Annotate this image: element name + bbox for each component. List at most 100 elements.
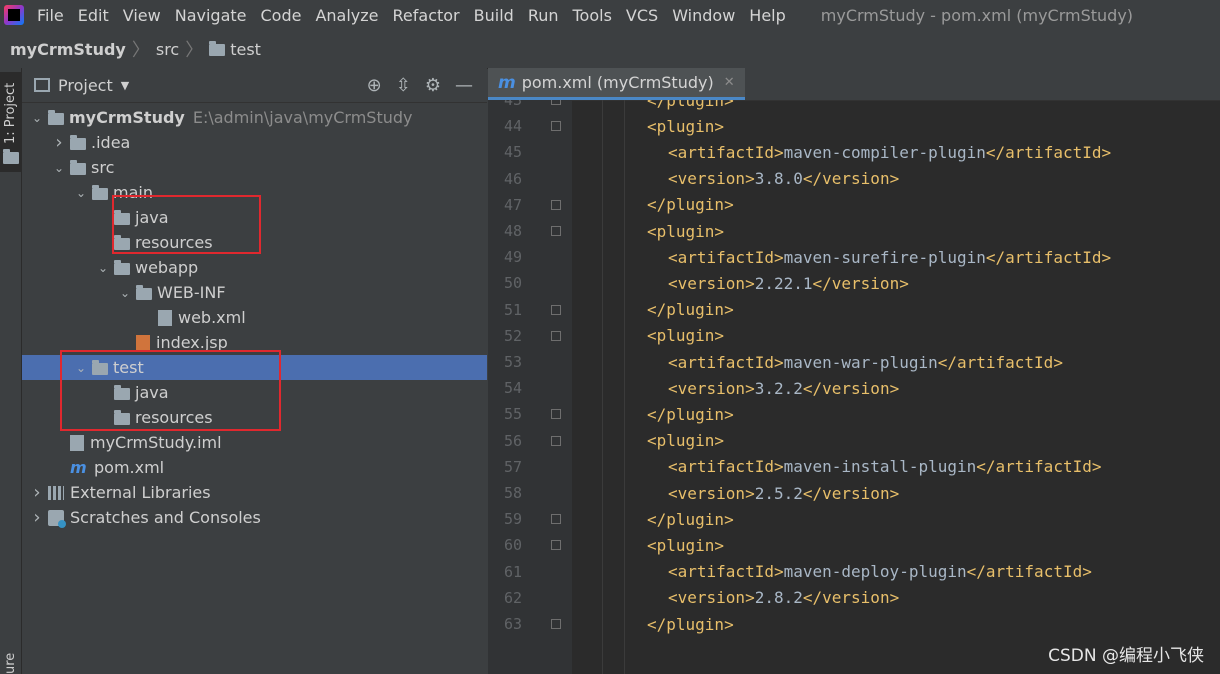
folder-icon: [70, 134, 86, 150]
structure-tool-label[interactable]: ure: [3, 653, 18, 674]
menu-analyze[interactable]: Analyze: [308, 6, 385, 25]
menu-window[interactable]: Window: [665, 6, 742, 25]
xml-tag: <version>: [668, 483, 755, 503]
fold-marker-icon[interactable]: [551, 226, 561, 236]
code-text: <artifactId>maven-deploy-plugin</artifac…: [668, 562, 1092, 581]
breadcrumb: myCrmStudy 〉 src 〉 test: [0, 30, 1220, 88]
line-number: 52: [503, 326, 522, 345]
fold-marker-icon[interactable]: [551, 435, 561, 446]
xml-tag: <version>: [668, 169, 755, 189]
tree-item[interactable]: myCrmStudy.iml: [22, 430, 487, 455]
chevron-down-icon[interactable]: ⌄: [96, 261, 110, 275]
menu-file[interactable]: File: [30, 6, 71, 25]
tree-item[interactable]: m pom.xml: [22, 455, 487, 480]
fold-marker-icon[interactable]: [551, 514, 561, 525]
xml-tag: </plugin>: [647, 614, 734, 634]
tree-item[interactable]: › .idea: [22, 130, 487, 155]
fold-marker-icon[interactable]: [551, 330, 561, 341]
xml-value: 3.8.0: [754, 169, 803, 189]
close-icon[interactable]: ✕: [724, 75, 735, 90]
tree-item[interactable]: › External Libraries: [22, 480, 487, 505]
code-line: 47 </plugin>: [488, 192, 1220, 218]
menu-refactor[interactable]: Refactor: [386, 6, 467, 25]
chevron-down-icon[interactable]: ⌄: [118, 286, 132, 300]
line-number: 59: [503, 510, 522, 529]
highlight-box-main: [112, 195, 261, 254]
chevron-down-icon[interactable]: ⌄: [52, 161, 66, 175]
folder-icon: [209, 41, 226, 56]
xml-file-icon: [158, 309, 172, 326]
breadcrumb-src[interactable]: src: [156, 40, 179, 59]
code-line: 51 </plugin>: [488, 297, 1220, 323]
chevron-right-icon[interactable]: ›: [30, 482, 44, 503]
menu-help[interactable]: Help: [742, 6, 792, 25]
breadcrumb-test-label: test: [230, 39, 261, 59]
breadcrumb-test[interactable]: test: [209, 40, 261, 59]
breadcrumb-separator: 〉: [131, 40, 150, 61]
menu-bar: File Edit View Navigate Code Analyze Ref…: [0, 0, 1220, 30]
xml-tag: </artifactId>: [937, 352, 1063, 372]
tree-item-label: External Libraries: [70, 483, 211, 502]
code-line: 63 </plugin>: [488, 611, 1220, 637]
fold-marker-icon[interactable]: [551, 409, 561, 420]
chevron-down-icon[interactable]: ▼: [121, 79, 129, 92]
tree-item[interactable]: ⌄ myCrmStudy E:\admin\java\myCrmStudy: [22, 105, 487, 130]
code-text: </plugin>: [647, 405, 734, 424]
code-text: <artifactId>maven-install-plugin</artifa…: [668, 457, 1101, 476]
xml-tag: </artifactId>: [985, 142, 1112, 162]
collapse-all-icon[interactable]: ⇳: [396, 75, 411, 96]
fold-marker-icon[interactable]: [551, 304, 561, 315]
chevron-right-icon[interactable]: ›: [52, 132, 66, 153]
tree-item-label: web.xml: [178, 308, 246, 327]
chevron-down-icon[interactable]: ⌄: [74, 186, 88, 200]
code-text: <version>3.2.2</version>: [668, 379, 899, 398]
line-number: 43: [503, 100, 522, 109]
code-line: 59 </plugin>: [488, 506, 1220, 532]
project-panel-title[interactable]: Project: [58, 76, 113, 95]
locate-target-icon[interactable]: ⊕: [367, 75, 382, 96]
xml-tag: <plugin>: [647, 535, 725, 555]
code-line: 54 <version>3.2.2</version>: [488, 375, 1220, 401]
scratch-icon: [48, 509, 66, 528]
fold-marker-icon[interactable]: [551, 121, 561, 132]
menu-build[interactable]: Build: [467, 6, 521, 25]
tree-item[interactable]: ⌄ src: [22, 155, 487, 180]
tree-item[interactable]: › Scratches and Consoles: [22, 505, 487, 530]
chevron-down-icon[interactable]: ⌄: [30, 111, 44, 125]
menu-code[interactable]: Code: [254, 6, 309, 25]
xml-tag: <artifactId>: [668, 142, 784, 162]
gear-icon[interactable]: ⚙: [425, 75, 441, 96]
tree-item-label: pom.xml: [94, 458, 165, 477]
xml-tag: </version>: [802, 378, 900, 398]
chevron-right-icon[interactable]: ›: [30, 507, 44, 528]
menu-tools[interactable]: Tools: [566, 6, 619, 25]
menu-view[interactable]: View: [116, 6, 168, 25]
minimize-icon[interactable]: —: [455, 75, 473, 96]
code-text: <version>2.8.2</version>: [668, 588, 899, 607]
menu-navigate[interactable]: Navigate: [168, 6, 254, 25]
menu-edit[interactable]: Edit: [71, 6, 116, 25]
xml-tag: <artifactId>: [668, 352, 784, 372]
fold-marker-icon[interactable]: [551, 199, 561, 210]
xml-tag: </artifactId>: [985, 247, 1112, 267]
code-view[interactable]: 43 </plugin> 44 <plugin> 45 <artifactId>maven…: [488, 100, 1220, 668]
menu-run[interactable]: Run: [521, 6, 566, 25]
fold-marker-icon[interactable]: [551, 540, 561, 551]
breadcrumb-project[interactable]: myCrmStudy: [10, 40, 126, 59]
code-text: <plugin>: [647, 536, 724, 555]
code-line: 49 <artifactId>maven-surefire-plugin</art…: [488, 244, 1220, 270]
code-line: 50 <version>2.22.1</version>: [488, 270, 1220, 296]
fold-marker-icon[interactable]: [551, 100, 561, 105]
tree-item[interactable]: ⌄ webapp: [22, 255, 487, 280]
tree-item[interactable]: ⌄ WEB-INF: [22, 280, 487, 305]
menu-vcs[interactable]: VCS: [619, 6, 665, 25]
tree-item[interactable]: web.xml: [22, 305, 487, 330]
tab-pom-xml[interactable]: m pom.xml (myCrmStudy) ✕: [488, 68, 745, 100]
fold-marker-icon[interactable]: [551, 619, 561, 629]
code-text: <version>2.22.1</version>: [668, 274, 909, 293]
highlight-box-test: [60, 350, 281, 431]
xml-tag: </artifactId>: [966, 562, 1092, 582]
project-tool-tab[interactable]: 1: Project: [0, 72, 21, 172]
code-text: <artifactId>maven-war-plugin</artifactId…: [668, 353, 1063, 372]
xml-value: maven-compiler-plugin: [783, 142, 986, 162]
